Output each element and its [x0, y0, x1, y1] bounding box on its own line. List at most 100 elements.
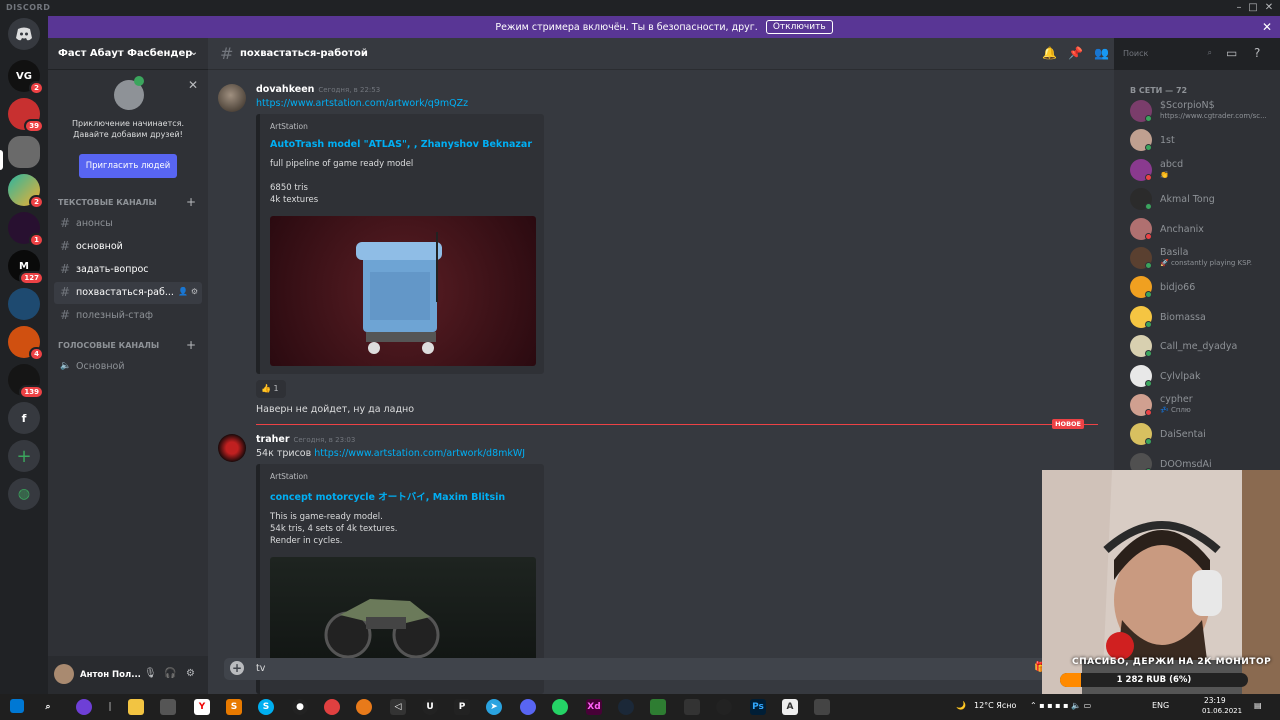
photoshop-icon[interactable]: Ps	[750, 699, 766, 715]
server-header[interactable]: Фаст Абаут Фасбендер ⌄	[48, 38, 208, 70]
bell-icon[interactable]: 🔔	[1042, 46, 1057, 60]
maximize-icon[interactable]: □	[1246, 2, 1260, 14]
gear-icon[interactable]: ⚙	[186, 668, 195, 679]
message-link[interactable]: https://www.artstation.com/artwork/d8mkW…	[314, 448, 525, 459]
server-icon-vg[interactable]: VG 2	[8, 60, 44, 95]
tray-icons[interactable]: ⌃ ▪ ▪ ▪ ▪ 🔈 ▭	[1030, 701, 1091, 710]
server-icon-fire[interactable]: 4	[8, 326, 44, 361]
channel-showcase[interactable]: # похвастаться-раб... 👤 ⚙	[54, 282, 202, 304]
add-channel-icon[interactable]: +	[186, 338, 196, 352]
server-icon-dark[interactable]: 1	[8, 212, 44, 247]
unreal-icon[interactable]: U	[422, 699, 438, 715]
message-author[interactable]: dovahkeen Сегодня, в 22:53	[256, 84, 380, 95]
search-icon[interactable]: ⌕	[40, 699, 56, 715]
server-icon-gradient[interactable]: 2	[8, 174, 44, 209]
close-banner-icon[interactable]: ✕	[1262, 20, 1272, 34]
discord-home-icon[interactable]	[8, 18, 40, 50]
pin-icon[interactable]: 📌	[1068, 46, 1083, 60]
member-item[interactable]: abcd 👏	[1130, 157, 1280, 185]
inbox-icon[interactable]: ▭	[1226, 46, 1237, 60]
telegram-icon[interactable]: ➤	[486, 699, 502, 715]
document-icon[interactable]: A	[782, 699, 798, 715]
yandex-browser-icon[interactable]: Y	[194, 699, 210, 715]
disable-streamer-button[interactable]: Отключить	[765, 20, 833, 34]
member-item[interactable]: Call_me_dyadya	[1130, 333, 1280, 361]
voice-channels-category[interactable]: ГОЛОСОВЫЕ КАНАЛЫ +	[48, 333, 208, 355]
discord-taskbar-icon[interactable]	[520, 699, 536, 715]
help-icon[interactable]: ?	[1254, 46, 1260, 60]
language-indicator[interactable]: ENG	[1152, 701, 1169, 710]
avatar[interactable]	[218, 434, 246, 462]
member-item[interactable]: $ScorpioN$ https://www.cgtrader.com/sc...	[1130, 98, 1280, 126]
skype-icon[interactable]: S	[258, 699, 274, 715]
search-input[interactable]: Поиск ⌕	[1118, 46, 1216, 62]
message-author[interactable]: traher Сегодня, в 23:03	[256, 434, 355, 445]
attach-plus-icon[interactable]: +	[230, 661, 244, 675]
sublime-icon[interactable]: S	[226, 699, 242, 715]
message-link[interactable]: https://www.artstation.com/artwork/q9mQZ…	[256, 98, 468, 109]
composer-input[interactable]: tv	[256, 663, 265, 674]
server-icon-current[interactable]	[8, 136, 40, 168]
close-window-icon[interactable]: ✕	[1262, 2, 1276, 14]
reaction-thumbs-up[interactable]: 👍 1	[256, 380, 286, 398]
member-item[interactable]: cypher 💤 Сплю	[1130, 392, 1280, 420]
whatsapp-icon[interactable]	[552, 699, 568, 715]
message-composer[interactable]: + tv 🎁 GIF	[224, 658, 1100, 680]
blender-icon[interactable]	[356, 699, 372, 715]
text-channels-category[interactable]: ТЕКСТОВЫЕ КАНАЛЫ +	[48, 190, 208, 212]
app-icon-red[interactable]	[324, 699, 340, 715]
minimize-icon[interactable]: –	[1232, 2, 1246, 14]
members-icon[interactable]: 👥	[1094, 46, 1109, 60]
member-item[interactable]: Cylvlpak	[1130, 363, 1280, 391]
perforce-icon[interactable]: P	[454, 699, 470, 715]
channel-ask-question[interactable]: # задать-вопрос	[54, 259, 202, 281]
channel-general[interactable]: # основной	[54, 236, 202, 258]
server-icon-bw[interactable]: 139	[8, 364, 44, 399]
notifications-icon[interactable]: ▤	[1254, 701, 1262, 710]
channel-useful-stuff[interactable]: # полезный-стаф	[54, 305, 202, 327]
invite-people-button[interactable]: Пригласить людей	[79, 154, 177, 178]
clock-date[interactable]: 01.06.2021	[1202, 707, 1242, 715]
microphone-icon[interactable]: 🎙	[144, 668, 157, 679]
app-icon-marmoset[interactable]	[684, 699, 700, 715]
calculator-icon[interactable]	[160, 699, 176, 715]
davinci-icon[interactable]	[716, 699, 732, 715]
file-explorer-icon[interactable]	[128, 699, 144, 715]
server-icon-m[interactable]: M 127	[8, 250, 44, 285]
embed-provider: ArtStation	[270, 472, 308, 481]
avatar[interactable]	[218, 84, 246, 112]
obs-icon[interactable]: ●	[292, 699, 308, 715]
member-item[interactable]: Anchanix	[1130, 216, 1280, 244]
channel-announcements[interactable]: # анонсы	[54, 213, 202, 235]
member-item[interactable]: bidjo66	[1130, 274, 1280, 302]
headphones-icon[interactable]: 🎧	[164, 668, 176, 679]
weather-text[interactable]: 12°C Ясно	[974, 701, 1016, 710]
add-server-icon[interactable]: +	[8, 440, 40, 472]
member-item[interactable]: Akmal Tong	[1130, 186, 1280, 214]
clock-time[interactable]: 23:19	[1204, 696, 1226, 705]
explore-servers-icon[interactable]: ◍	[8, 478, 40, 510]
member-item[interactable]: DaiSentai	[1130, 421, 1280, 449]
app-icon-gray[interactable]	[814, 699, 830, 715]
shield-icon[interactable]	[650, 699, 666, 715]
embed-title[interactable]: concept motorcycle オートバイ, Maxim Blitsin	[270, 489, 534, 503]
windows-start-icon[interactable]	[10, 699, 24, 713]
member-item[interactable]: Biomassa	[1130, 304, 1280, 332]
avatar[interactable]	[54, 664, 74, 684]
server-icon-f[interactable]: f	[8, 402, 40, 434]
visual-studio-icon[interactable]: ◁	[390, 699, 406, 715]
server-icon-red[interactable]: 39	[8, 98, 44, 133]
member-item[interactable]: Basila 🚀 constantly playing KSP.	[1130, 245, 1280, 273]
steam-icon[interactable]	[618, 699, 634, 715]
channel-settings-icon[interactable]: 👤 ⚙	[178, 287, 198, 296]
server-icon-blue[interactable]	[8, 288, 40, 320]
adobe-xd-icon[interactable]: Xd	[586, 699, 602, 715]
member-item[interactable]: 1st	[1130, 127, 1280, 155]
close-icon[interactable]: ✕	[188, 78, 198, 92]
voice-channel-main[interactable]: 🔈 Основной	[54, 356, 202, 378]
embed-title[interactable]: AutoTrash model "ATLAS", , Zhanyshov Bek…	[270, 139, 534, 150]
add-channel-icon[interactable]: +	[186, 195, 196, 209]
cortana-icon[interactable]	[76, 699, 92, 715]
embed-image[interactable]	[270, 216, 536, 366]
task-view-icon[interactable]: |	[102, 699, 118, 715]
